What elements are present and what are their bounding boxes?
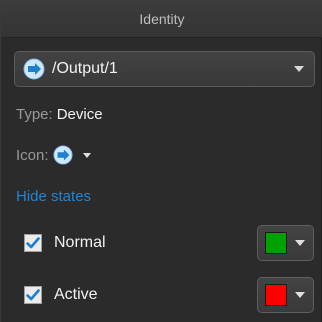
identity-panel: Identity /Output/1 Type: Device Icon: Hi…	[0, 0, 322, 322]
state-row-normal: Normal	[24, 225, 314, 261]
panel-title: Identity	[139, 10, 185, 27]
checkmark-icon	[26, 237, 40, 249]
chevron-down-icon	[295, 240, 305, 246]
normal-color-swatch	[265, 232, 287, 254]
panel-header: Identity	[1, 0, 322, 38]
normal-state-checkbox[interactable]	[24, 234, 42, 252]
normal-state-label: Normal	[54, 234, 106, 251]
entity-dropdown[interactable]: /Output/1	[14, 51, 315, 87]
active-color-swatch	[265, 284, 287, 306]
active-state-checkbox[interactable]	[24, 286, 42, 304]
icon-label: Icon:	[16, 146, 49, 164]
type-row: Type: Device	[16, 106, 103, 123]
type-label: Type:	[16, 106, 53, 123]
normal-color-picker[interactable]	[257, 225, 314, 261]
type-value: Device	[56, 106, 103, 123]
hide-states-link[interactable]: Hide states	[16, 188, 91, 205]
active-color-picker[interactable]	[257, 277, 314, 313]
chevron-down-icon	[295, 292, 305, 298]
entity-path: /Output/1	[52, 60, 118, 77]
checkmark-icon	[26, 289, 40, 301]
chevron-down-icon	[82, 152, 91, 158]
active-state-label: Active	[54, 286, 98, 303]
icon-row: Icon:	[16, 144, 91, 166]
output-device-icon	[52, 145, 73, 165]
chevron-down-icon	[294, 66, 304, 72]
icon-picker[interactable]	[52, 145, 91, 165]
output-device-icon	[23, 58, 45, 80]
state-row-active: Active	[24, 277, 314, 313]
